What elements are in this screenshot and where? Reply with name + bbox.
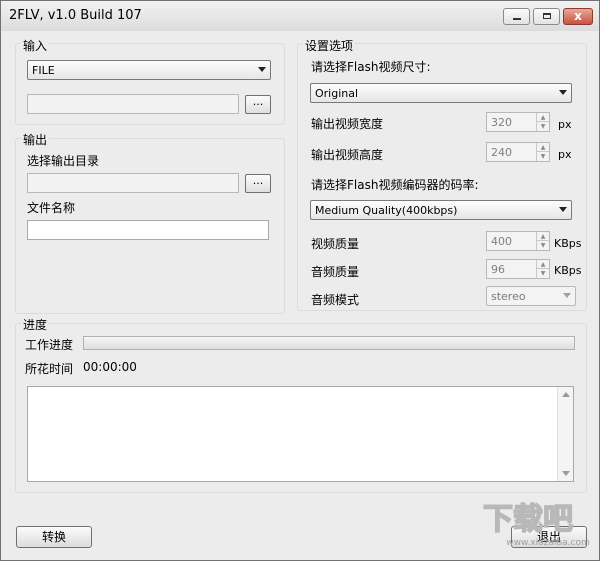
elapsed-time-value: 00:00:00 <box>83 360 137 374</box>
spin-up-icon[interactable]: ▲ <box>536 113 549 122</box>
chevron-down-icon <box>563 293 571 298</box>
title-bar: 2FLV, v1.0 Build 107 x <box>1 1 599 31</box>
bitrate-select[interactable]: Medium Quality(400kbps) <box>310 200 572 220</box>
height-unit: px <box>558 148 572 161</box>
watermark-url: www.xiazaiba.com <box>506 538 590 548</box>
source-select[interactable]: FILE <box>27 60 271 80</box>
size-label: 请选择Flash视频尺寸: <box>311 60 431 74</box>
minimize-button[interactable] <box>503 8 530 25</box>
audio-quality-spinbox[interactable]: 96 ▲ ▼ <box>486 259 550 279</box>
source-select-value: FILE <box>32 64 55 77</box>
scroll-up-icon[interactable] <box>562 392 570 397</box>
audio-quality-unit: KBps <box>554 264 582 277</box>
settings-group-label: 设置选项 <box>303 37 356 54</box>
input-group-label: 输入 <box>21 37 50 54</box>
audio-quality-value: 96 <box>491 263 505 276</box>
log-textarea[interactable] <box>27 386 574 482</box>
output-dir-field[interactable] <box>27 173 239 193</box>
window-title: 2FLV, v1.0 Build 107 <box>9 8 142 23</box>
video-quality-spinbox[interactable]: 400 ▲ ▼ <box>486 231 550 251</box>
output-dir-label: 选择输出目录 <box>27 154 100 168</box>
log-scrollbar[interactable] <box>557 387 573 481</box>
spin-up-icon[interactable]: ▲ <box>536 143 549 152</box>
spin-up-icon[interactable]: ▲ <box>536 232 549 241</box>
watermark-text: 下载吧 <box>483 502 573 537</box>
audio-mode-label: 音频模式 <box>311 293 360 307</box>
height-spinbox[interactable]: 240 ▲ ▼ <box>486 142 550 162</box>
audio-quality-label: 音频质量 <box>311 265 360 279</box>
input-browse-button[interactable]: ... <box>245 95 271 114</box>
size-select[interactable]: Original <box>310 83 572 103</box>
minimize-icon <box>513 18 521 20</box>
width-value: 320 <box>491 116 512 129</box>
chevron-down-icon <box>559 207 567 212</box>
chevron-down-icon <box>559 90 567 95</box>
progress-bar <box>83 336 575 350</box>
width-label: 输出视频宽度 <box>311 117 384 131</box>
video-quality-value: 400 <box>491 235 512 248</box>
output-group-label: 输出 <box>21 131 50 148</box>
spin-down-icon[interactable]: ▼ <box>536 241 549 250</box>
width-unit: px <box>558 118 572 131</box>
height-value: 240 <box>491 146 512 159</box>
spin-down-icon[interactable]: ▼ <box>536 122 549 131</box>
filename-label: 文件名称 <box>27 201 76 215</box>
app-window: 2FLV, v1.0 Build 107 x 输入 FILE ... 输出 选择… <box>0 0 600 561</box>
watermark-logo: 下载吧 www.xiazaiba.com <box>482 501 590 548</box>
output-browse-button[interactable]: ... <box>245 174 271 193</box>
audio-mode-value: stereo <box>491 290 526 303</box>
bitrate-select-value: Medium Quality(400kbps) <box>315 204 458 217</box>
video-quality-unit: KBps <box>554 237 582 250</box>
progress-group-label: 进度 <box>21 316 50 333</box>
spin-down-icon[interactable]: ▼ <box>536 152 549 161</box>
chevron-down-icon <box>258 67 266 72</box>
input-path-field[interactable] <box>27 94 239 114</box>
width-spinbox[interactable]: 320 ▲ ▼ <box>486 112 550 132</box>
audio-mode-select[interactable]: stereo <box>486 286 576 306</box>
size-select-value: Original <box>315 87 359 100</box>
video-quality-label: 视频质量 <box>311 237 360 251</box>
bitrate-label: 请选择Flash视频编码器的码率: <box>311 178 479 192</box>
close-button[interactable]: x <box>563 8 593 25</box>
maximize-icon <box>543 13 551 19</box>
elapsed-time-label: 所花时间 <box>25 362 74 376</box>
spin-down-icon[interactable]: ▼ <box>536 269 549 278</box>
spin-up-icon[interactable]: ▲ <box>536 260 549 269</box>
convert-button[interactable]: 转换 <box>16 526 92 548</box>
maximize-button[interactable] <box>533 8 560 25</box>
work-progress-label: 工作进度 <box>25 338 74 352</box>
scroll-down-icon[interactable] <box>562 471 570 476</box>
close-icon: x <box>574 9 582 23</box>
filename-field[interactable] <box>27 220 269 240</box>
height-label: 输出视频高度 <box>311 148 384 162</box>
